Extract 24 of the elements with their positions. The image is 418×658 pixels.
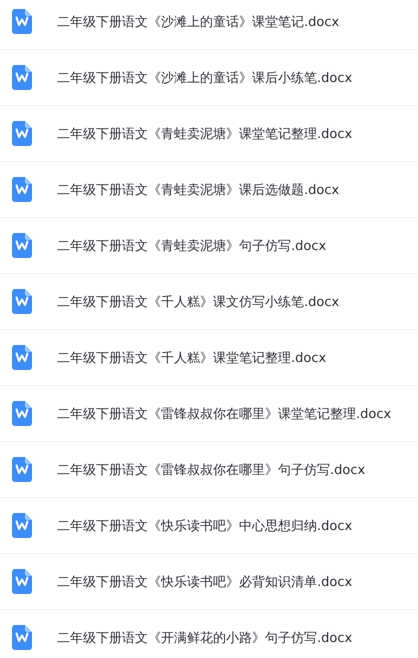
file-name[interactable]: 二年级下册语文《千人糕》课文仿写小练笔.docx (57, 292, 340, 310)
word-document-icon (12, 9, 32, 34)
file-name[interactable]: 二年级下册语文《千人糕》课堂笔记整理.docx (57, 348, 326, 366)
file-name[interactable]: 二年级下册语文《青蛙卖泥塘》句子仿写.docx (57, 236, 326, 254)
word-document-icon (12, 121, 32, 146)
word-document-icon (12, 401, 32, 426)
word-document-icon (12, 289, 32, 314)
file-name[interactable]: 二年级下册语文《快乐读书吧》必背知识清单.docx (57, 572, 352, 590)
word-document-icon (12, 625, 32, 650)
word-document-icon (12, 65, 32, 90)
file-name[interactable]: 二年级下册语文《青蛙卖泥塘》课堂笔记整理.docx (57, 124, 352, 142)
file-name[interactable]: 二年级下册语文《雷锋叔叔你在哪里》课堂笔记整理.docx (57, 404, 392, 422)
word-document-icon (12, 513, 32, 538)
file-name[interactable]: 二年级下册语文《雷锋叔叔你在哪里》句子仿写.docx (57, 460, 366, 478)
file-name[interactable]: 二年级下册语文《沙滩上的童话》课堂笔记.docx (57, 12, 340, 30)
file-name[interactable]: 二年级下册语文《青蛙卖泥塘》课后选做题.docx (57, 180, 340, 198)
word-document-icon (12, 233, 32, 258)
word-document-icon (12, 177, 32, 202)
file-name[interactable]: 二年级下册语文《开满鲜花的小路》句子仿写.docx (57, 628, 352, 646)
file-name[interactable]: 二年级下册语文《快乐读书吧》中心思想归纳.docx (57, 516, 352, 534)
word-document-icon (12, 457, 32, 482)
word-document-icon (12, 345, 32, 370)
file-name[interactable]: 二年级下册语文《沙滩上的童话》课后小练笔.docx (57, 68, 352, 86)
word-document-icon (12, 569, 32, 594)
